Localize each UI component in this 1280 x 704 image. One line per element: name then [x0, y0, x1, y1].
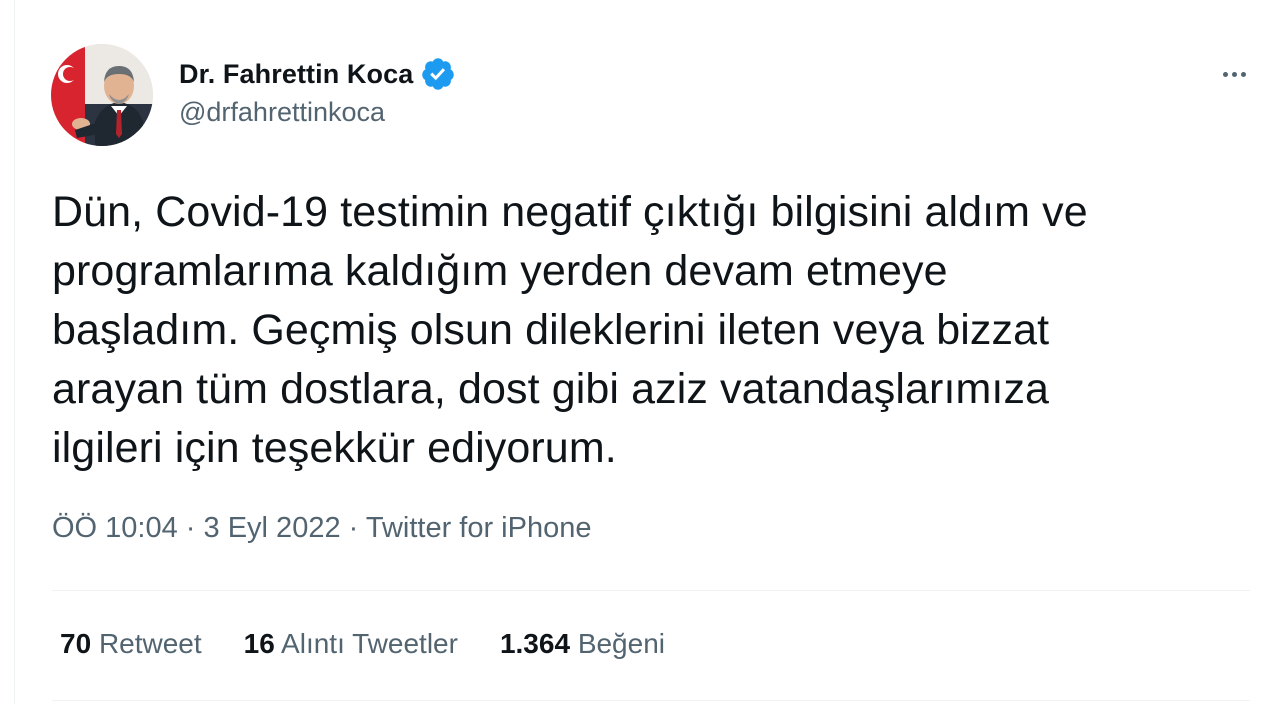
- quote-tweets-stat[interactable]: 16 Alıntı Tweetler: [244, 628, 458, 660]
- author-block: Dr. Fahrettin Koca @drfahrettinkoca: [179, 56, 456, 128]
- tweet-meta: ÖÖ 10:04 · 3 Eyl 2022 · Twitter for iPho…: [52, 512, 591, 545]
- retweets-count: 70: [60, 628, 92, 659]
- more-horizontal-icon-dot: [1222, 71, 1228, 77]
- meta-separator: ·: [340, 512, 366, 544]
- likes-count: 1.364: [499, 628, 571, 659]
- retweets-stat[interactable]: 70 Retweet: [60, 628, 202, 660]
- tweet-source-link[interactable]: Twitter for iPhone: [366, 512, 592, 544]
- timeline-border: [14, 0, 15, 704]
- more-options-button[interactable]: [1212, 62, 1256, 86]
- avatar[interactable]: [51, 44, 153, 146]
- likes-stat[interactable]: 1.364 Beğeni: [500, 628, 665, 660]
- tweet-time[interactable]: ÖÖ 10:04: [52, 512, 178, 544]
- more-horizontal-icon-dot: [1231, 71, 1237, 77]
- divider: [52, 590, 1250, 591]
- author-display-name[interactable]: Dr. Fahrettin Koca: [179, 59, 413, 90]
- tweet-stats: 70 Retweet 16 Alıntı Tweetler 1.364 Beğe…: [60, 628, 665, 660]
- likes-label: Beğeni: [577, 628, 665, 659]
- divider-bottom: [52, 700, 1250, 701]
- quote-tweets-count: 16: [243, 628, 275, 659]
- quote-tweets-label: Alıntı Tweetler: [281, 628, 458, 659]
- tweet-date[interactable]: 3 Eyl 2022: [204, 512, 341, 544]
- tweet-text: Dün, Covid-19 testimin negatif çıktığı b…: [52, 188, 1088, 472]
- more-horizontal-icon-dot: [1240, 71, 1246, 77]
- meta-separator: ·: [177, 512, 204, 544]
- author-handle[interactable]: @drfahrettinkoca: [179, 97, 456, 128]
- verified-badge-icon: [420, 56, 456, 92]
- author-name-row: Dr. Fahrettin Koca: [179, 56, 456, 92]
- tweet-card: Dr. Fahrettin Koca @drfahrettinkoca Dün,…: [0, 0, 1280, 704]
- retweets-label: Retweet: [98, 628, 202, 659]
